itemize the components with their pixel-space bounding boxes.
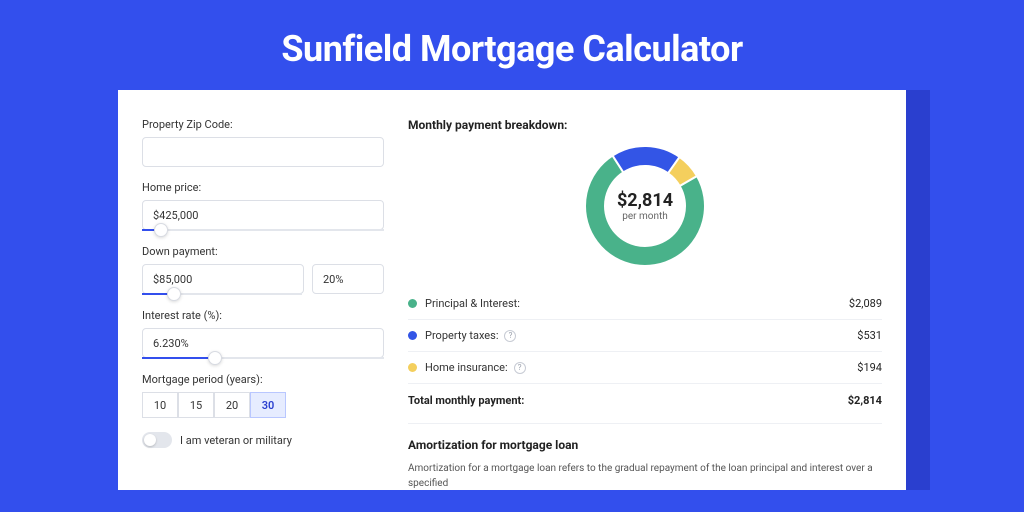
- price-slider-thumb[interactable]: [154, 223, 168, 237]
- period-option-10[interactable]: 10: [142, 392, 178, 418]
- legend: Principal & Interest: $2,089 Property taxe…: [408, 288, 882, 384]
- total-row: Total monthly payment: $2,814: [408, 384, 882, 419]
- down-slider[interactable]: [142, 293, 302, 295]
- donut-wrap: $2,814 per month: [408, 142, 882, 270]
- period-label: Mortgage period (years):: [142, 373, 384, 386]
- total-label: Total monthly payment:: [408, 394, 524, 407]
- calculator-panel: Property Zip Code: Home price: Down paym…: [118, 90, 906, 490]
- veteran-toggle[interactable]: [142, 432, 172, 448]
- period-segmented: 10152030: [142, 392, 384, 418]
- period-field: Mortgage period (years): 10152030: [142, 373, 384, 418]
- donut-center-sub: per month: [622, 211, 668, 222]
- zip-field: Property Zip Code:: [142, 118, 384, 167]
- donut-center-amount: $2,814: [617, 190, 673, 211]
- rate-field: Interest rate (%):: [142, 309, 384, 359]
- legend-row-1: Property taxes:? $531: [408, 320, 882, 352]
- veteran-label: I am veteran or military: [180, 434, 292, 447]
- donut-chart: $2,814 per month: [581, 142, 709, 270]
- rate-label: Interest rate (%):: [142, 309, 384, 322]
- legend-label: Home insurance:: [425, 361, 508, 374]
- legend-row-2: Home insurance:? $194: [408, 352, 882, 384]
- donut-center: $2,814 per month: [581, 142, 709, 270]
- amortization-section: Amortization for mortgage loan Amortizat…: [408, 423, 882, 491]
- hero: Sunfield Mortgage Calculator: [0, 0, 1024, 90]
- breakdown-title: Monthly payment breakdown:: [408, 118, 882, 132]
- zip-label: Property Zip Code:: [142, 118, 384, 131]
- rate-slider-fill: [142, 357, 215, 359]
- period-option-15[interactable]: 15: [178, 392, 214, 418]
- down-label: Down payment:: [142, 245, 384, 258]
- rate-input[interactable]: [142, 328, 384, 358]
- legend-dot: [408, 299, 417, 308]
- period-option-30[interactable]: 30: [250, 392, 286, 418]
- inputs-column: Property Zip Code: Home price: Down paym…: [142, 118, 384, 490]
- legend-label: Principal & Interest:: [425, 297, 520, 310]
- down-slider-thumb[interactable]: [167, 287, 181, 301]
- info-icon[interactable]: ?: [504, 330, 516, 342]
- down-percent-input[interactable]: [312, 264, 384, 294]
- amortization-body: Amortization for a mortgage loan refers …: [408, 462, 882, 491]
- period-option-20[interactable]: 20: [214, 392, 250, 418]
- price-input[interactable]: [142, 200, 384, 230]
- results-column: Monthly payment breakdown: $2,814 per mo…: [408, 118, 882, 490]
- price-field: Home price:: [142, 181, 384, 231]
- legend-value: $531: [857, 329, 882, 342]
- zip-input[interactable]: [142, 137, 384, 167]
- veteran-row: I am veteran or military: [142, 432, 384, 448]
- down-field: Down payment:: [142, 245, 384, 295]
- total-value: $2,814: [848, 394, 882, 407]
- legend-value: $194: [857, 361, 882, 374]
- amortization-title: Amortization for mortgage loan: [408, 438, 882, 452]
- price-label: Home price:: [142, 181, 384, 194]
- down-amount-input[interactable]: [142, 264, 304, 294]
- page-title: Sunfield Mortgage Calculator: [0, 28, 1024, 70]
- info-icon[interactable]: ?: [514, 362, 526, 374]
- price-slider[interactable]: [142, 229, 384, 231]
- rate-slider-thumb[interactable]: [208, 351, 222, 365]
- legend-label: Property taxes:: [425, 329, 498, 342]
- legend-dot: [408, 363, 417, 372]
- panel-shadow: [906, 90, 930, 490]
- legend-row-0: Principal & Interest: $2,089: [408, 288, 882, 320]
- calculator-panel-wrap: Property Zip Code: Home price: Down paym…: [118, 90, 906, 490]
- legend-value: $2,089: [849, 297, 882, 310]
- legend-dot: [408, 331, 417, 340]
- rate-slider[interactable]: [142, 357, 384, 359]
